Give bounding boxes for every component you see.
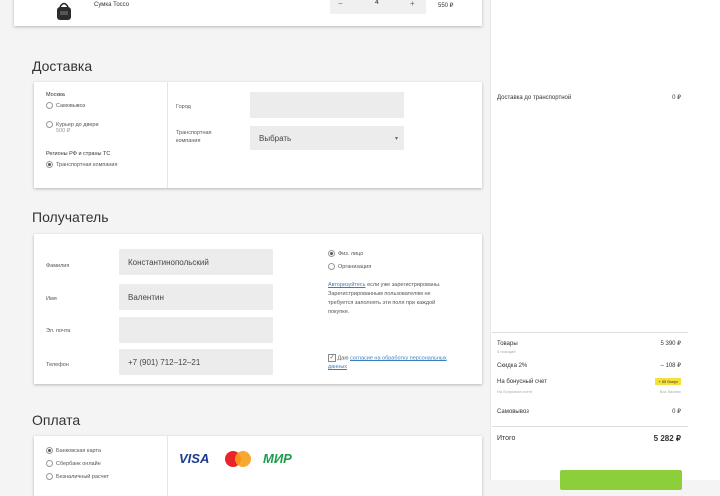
auth-link[interactable]: Авторизуйтесь	[328, 282, 366, 288]
quantity-stepper: − 4 +	[330, 0, 426, 14]
delivery-option-pickup[interactable]: Самовывоз	[46, 102, 85, 110]
name-input[interactable]: Валентин	[119, 284, 273, 310]
recipient-card: Фамилия Константинопольский Имя Валентин…	[34, 234, 482, 384]
summary-divider-bottom	[492, 426, 688, 427]
city-input[interactable]	[250, 92, 404, 118]
radio-icon	[46, 161, 53, 168]
delivery-divider	[167, 82, 168, 188]
surname-label: Фамилия	[46, 263, 70, 269]
summary-goods-sub: 5 позиций	[497, 349, 516, 354]
surname-input[interactable]: Константинопольский	[119, 249, 273, 275]
mir-logo: МИР	[263, 451, 292, 466]
person-type-physical[interactable]: Физ. лицо	[328, 250, 363, 258]
summary-bonus-sub: На бонусном счете Вас баланс	[497, 389, 681, 394]
mastercard-yellow-circle-icon	[235, 451, 251, 467]
visa-logo: VISA	[179, 451, 210, 466]
summary-goods-row: Товары 5 390 ₽	[497, 340, 682, 348]
radio-icon	[46, 102, 53, 109]
summary-discount-value: – 108 ₽	[660, 363, 682, 369]
summary-total-label: Итого	[497, 435, 516, 442]
email-input[interactable]	[119, 317, 273, 343]
radio-icon	[46, 447, 53, 454]
summary-goods-value: 5 390 ₽	[660, 341, 682, 347]
mastercard-logo	[225, 451, 255, 467]
summary-pickup-value: 0 ₽	[672, 409, 681, 415]
payment-option-sberbank[interactable]: Сбербанк онлайн	[46, 460, 101, 468]
summary-bonus-label: На бонусный счет	[497, 378, 547, 385]
qty-minus-button[interactable]: −	[338, 0, 343, 8]
summary-bonus-badge: + 55 бонус	[655, 378, 681, 385]
summary-pickup-label: Самовывоз	[497, 408, 529, 415]
person-type-organization[interactable]: Организация	[328, 263, 371, 271]
summary-bonus-sub-balance: Вас баланс	[659, 389, 681, 394]
regions-label: Регионы РФ и страны ТС	[46, 151, 111, 157]
auth-hint: Авторизуйтесь если уже зарегистрированы.…	[328, 281, 448, 317]
payment-option-card[interactable]: Банковская карта	[46, 447, 101, 455]
sidebar-edge	[490, 0, 491, 480]
name-label: Имя	[46, 296, 57, 302]
summary-discount-label: Скидка 2%	[497, 362, 528, 369]
recipient-heading: Получатель	[32, 209, 109, 225]
bag-thumbnail	[57, 2, 71, 20]
transport-company-label: Транспортная компания	[176, 130, 212, 144]
consent-checkbox-row[interactable]: ✓ Даю согласие на обработку персональных…	[328, 354, 458, 372]
summary-delivery-value: 0 ₽	[672, 95, 681, 101]
qty-value[interactable]: 4	[375, 0, 379, 6]
radio-icon	[46, 460, 53, 467]
delivery-card: Москва Самовывоз Курьер до двери 500 ₽ Р…	[34, 82, 482, 188]
radio-icon	[46, 473, 53, 480]
summary-delivery-label: Доставка до транспортной	[497, 94, 572, 101]
delivery-option-courier[interactable]: Курьер до двери	[46, 121, 99, 129]
radio-icon	[46, 121, 53, 128]
payment-card: Банковская карта Сбербанк онлайн Безнали…	[34, 436, 482, 496]
chevron-down-icon: ▾	[394, 135, 398, 142]
summary-pickup-row: Самовывоз 0 ₽	[497, 408, 681, 416]
qty-plus-button[interactable]: +	[410, 0, 415, 8]
summary-total-row: Итого 5 282 ₽	[497, 434, 681, 443]
transport-company-value: Выбрать	[259, 133, 292, 143]
summary-goods-label: Товары	[497, 340, 518, 347]
cart-item-price: 550 ₽	[438, 3, 454, 9]
summary-discount-row: Скидка 2% – 108 ₽	[497, 362, 682, 370]
email-label: Эл. почта	[46, 328, 71, 334]
courier-note: 500 ₽	[56, 128, 71, 134]
checkout-main: Сумка Тоссо − 4 + 550 ₽ Доставка Москва …	[0, 0, 490, 496]
phone-input[interactable]: +7 (901) 712–12–21	[119, 349, 273, 375]
summary-total-value: 5 282 ₽	[653, 434, 681, 443]
summary-bonus-sub-label: На бонусном счете	[497, 389, 533, 394]
radio-icon	[328, 250, 335, 257]
summary-delivery-row: Доставка до транспортной 0 ₽	[497, 94, 681, 102]
transport-company-select[interactable]: Выбрать ▾	[250, 126, 404, 150]
delivery-heading: Доставка	[32, 58, 93, 74]
consent-text: Даю	[337, 355, 349, 362]
phone-label: Телефон	[46, 362, 69, 368]
checkbox-checked-icon[interactable]: ✓	[328, 354, 336, 362]
moscow-label: Москва	[46, 92, 65, 98]
summary-divider-top	[492, 332, 688, 333]
summary-bonus-row: На бонусный счет + 55 бонус	[497, 378, 681, 385]
place-order-button[interactable]	[560, 470, 682, 490]
cart-item-name[interactable]: Сумка Тоссо	[94, 2, 129, 8]
delivery-option-transport[interactable]: Транспортная компания	[46, 161, 118, 169]
payment-divider	[167, 436, 168, 496]
city-label: Город	[176, 104, 191, 110]
cart-item-card: Сумка Тоссо − 4 + 550 ₽	[14, 0, 482, 26]
payment-heading: Оплата	[32, 412, 81, 428]
radio-icon	[328, 263, 335, 270]
